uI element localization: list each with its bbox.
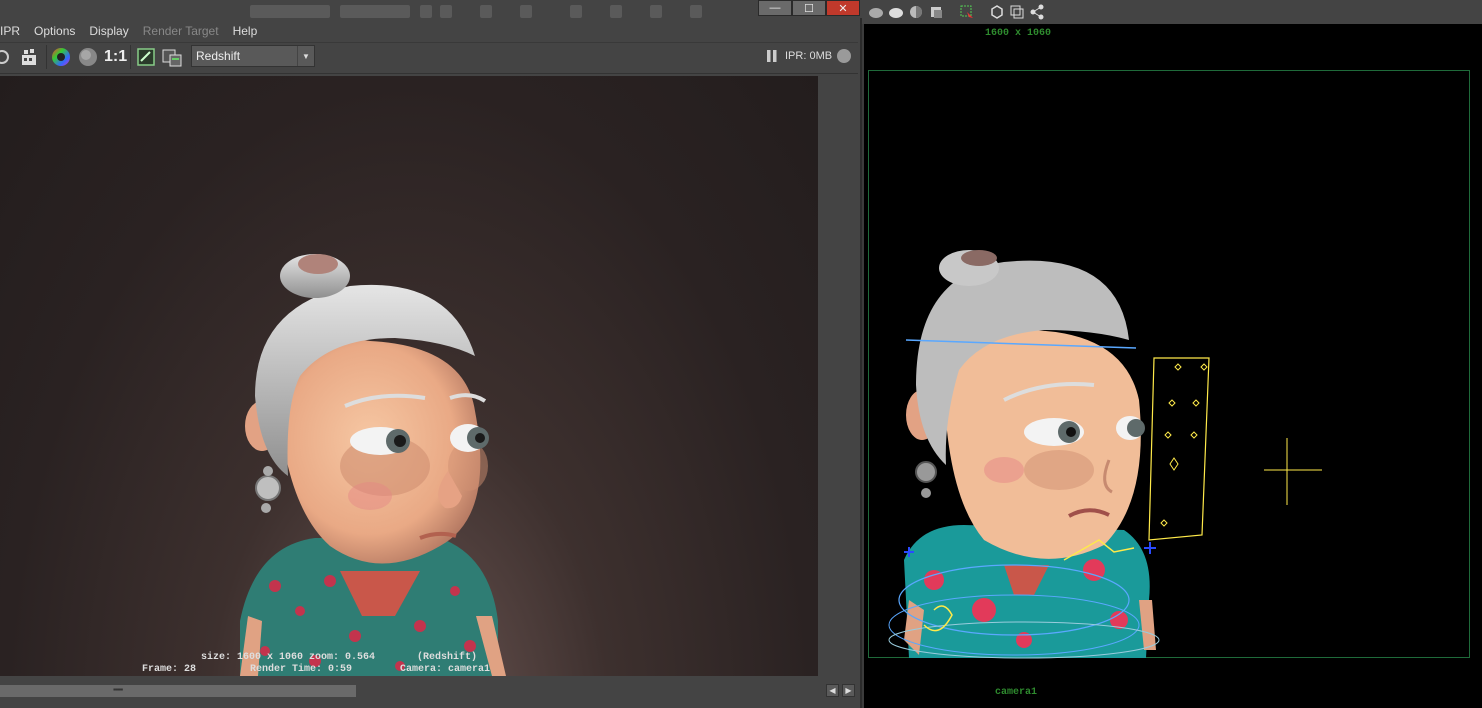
camera-name-label: camera1	[995, 687, 1038, 698]
ipr-status-light-icon	[837, 49, 851, 63]
snapshot-icon[interactable]	[162, 47, 182, 67]
scrollbar-thumb[interactable]	[0, 685, 356, 697]
horizontal-scrollbar[interactable]: ▪▪▪▪▪ ◀ ▶	[0, 682, 858, 700]
3d-viewport[interactable]: 1600 x 1060 camera1	[864, 0, 1482, 708]
render-image-area[interactable]: size: 1600 x 1060 zoom: 0.564 (Redshift)…	[0, 76, 818, 676]
top-strip-icon[interactable]	[610, 5, 622, 18]
top-strip-icon[interactable]	[650, 5, 662, 18]
menu-options[interactable]: Options	[34, 24, 75, 38]
render-view-window: — ☐ ✕ IPR Options Display Render Target …	[0, 0, 862, 708]
ipr-memory-status: IPR: 0MB	[785, 50, 833, 62]
window-controls: — ☐ ✕	[758, 0, 860, 18]
render-info-line-2: Frame: 28 Render Time: 0:59 Camera: came…	[142, 664, 491, 675]
real-size-button[interactable]: 1:1	[104, 48, 127, 66]
scroll-right-button[interactable]: ▶	[842, 684, 855, 697]
minimize-button[interactable]: —	[758, 0, 792, 16]
scroll-left-button[interactable]: ◀	[826, 684, 839, 697]
menu-help[interactable]: Help	[233, 24, 258, 38]
render-view-toolbar: 1:1 Redshift ▼ IPR: 0MB	[0, 42, 858, 74]
chevron-down-icon: ▼	[297, 46, 314, 66]
top-strip-tab[interactable]	[340, 5, 410, 18]
vertical-scrollbar[interactable]	[818, 76, 858, 676]
color-wheel-icon[interactable]	[51, 47, 71, 67]
top-strip-icon[interactable]	[520, 5, 532, 18]
rendered-character-image	[240, 254, 506, 676]
top-strip-icon[interactable]	[690, 5, 702, 18]
menu-display[interactable]: Display	[89, 24, 128, 38]
refresh-icon[interactable]	[0, 47, 16, 67]
maximize-button[interactable]: ☐	[792, 0, 826, 16]
render-view-menubar: IPR Options Display Render Target Help	[0, 20, 858, 42]
renderer-dropdown[interactable]: Redshift ▼	[191, 45, 315, 67]
viewport-character-rig	[888, 250, 1322, 659]
sphere-icon[interactable]	[78, 47, 98, 67]
top-strip-icon[interactable]	[440, 5, 452, 18]
close-button[interactable]: ✕	[826, 0, 860, 16]
menu-ipr[interactable]: IPR	[0, 24, 20, 38]
scrollbar-grip-icon: ▪▪▪▪▪	[113, 685, 123, 694]
render-info-line-1: size: 1600 x 1060 zoom: 0.564 (Redshift)	[201, 652, 478, 663]
render-sequence-icon[interactable]	[20, 47, 40, 67]
top-strip-tab[interactable]	[250, 5, 330, 18]
menu-render-target[interactable]: Render Target	[143, 24, 219, 38]
top-strip-icon[interactable]	[570, 5, 582, 18]
top-strip-icon[interactable]	[480, 5, 492, 18]
renderer-dropdown-value: Redshift	[196, 49, 241, 63]
render-region-icon[interactable]	[136, 47, 156, 67]
pause-icon[interactable]	[766, 50, 778, 62]
top-strip-icon[interactable]	[420, 5, 432, 18]
